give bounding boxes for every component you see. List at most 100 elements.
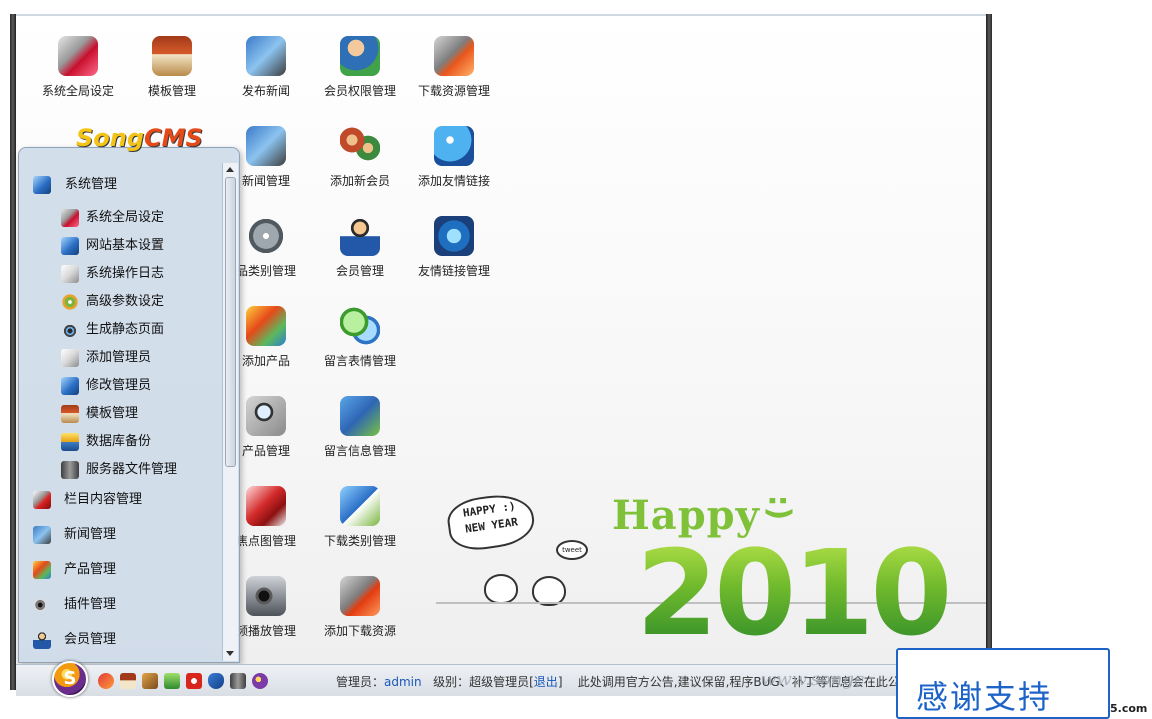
- submenu-global-settings[interactable]: 系统全局设定: [19, 205, 239, 231]
- domain-tail-text: 5.com: [1110, 702, 1148, 715]
- member-permission-icon: [340, 36, 380, 76]
- desktop-icon-download-category[interactable]: 下载类别管理: [315, 480, 405, 562]
- happy-new-year-banner: HAPPY :) NEW YEAR tweet Happy :) 2010: [436, 482, 986, 664]
- smile-text: :): [761, 494, 797, 521]
- add-link-icon: [434, 126, 474, 166]
- focus-image-icon: [246, 486, 286, 526]
- shield-icon[interactable]: [208, 673, 224, 689]
- server-icon: [61, 461, 79, 479]
- product-icon: [33, 561, 51, 579]
- house-icon: [61, 405, 79, 423]
- download-category-icon: [340, 486, 380, 526]
- submenu-label: 数据库备份: [86, 434, 152, 449]
- scrollbar-thumb[interactable]: [225, 177, 236, 467]
- category-label: 会员管理: [64, 632, 117, 647]
- desktop-icon-add-link[interactable]: 添加友情链接: [409, 120, 499, 202]
- add-download-icon: [340, 576, 380, 616]
- category-column-content[interactable]: 栏目内容管理: [19, 487, 239, 513]
- global-settings-icon: [58, 36, 98, 76]
- column-content-icon: [33, 491, 51, 509]
- songcms-logo: SongCMS: [76, 124, 216, 162]
- logout-link[interactable]: 退出: [534, 675, 558, 689]
- submenu-server-files[interactable]: 服务器文件管理: [19, 457, 239, 483]
- desktop-icon-global-settings[interactable]: 系统全局设定: [33, 30, 123, 112]
- start-button-letter: S: [63, 668, 77, 689]
- submenu-db-backup[interactable]: 数据库备份: [19, 429, 239, 455]
- download-resource-icon: [434, 36, 474, 76]
- box-icon[interactable]: [142, 673, 158, 689]
- generate-static-icon: [61, 321, 79, 339]
- desktop-icon-label: 添加新会员: [329, 174, 390, 188]
- category-news[interactable]: 新闻管理: [19, 522, 239, 548]
- songcms-icon[interactable]: [252, 673, 268, 689]
- member-manage-icon: [340, 216, 380, 256]
- desktop-icon-add-download[interactable]: 添加下载资源: [315, 570, 405, 652]
- desktop-icon-label: 添加友情链接: [417, 174, 490, 188]
- thanks-badge: 感谢支持: [896, 648, 1110, 719]
- window-frame-right: [986, 14, 992, 690]
- submenu-label: 修改管理员: [86, 378, 152, 393]
- product-category-icon: [246, 216, 286, 256]
- thanks-text: 感谢支持: [916, 678, 1053, 716]
- trash-icon[interactable]: [164, 673, 180, 689]
- desktop-icon-member-permission[interactable]: 会员权限管理: [315, 30, 405, 112]
- submenu-site-settings[interactable]: 网站基本设置: [19, 233, 239, 259]
- server-icon[interactable]: [230, 673, 246, 689]
- desktop-icon-label: 系统全局设定: [41, 84, 114, 98]
- desktop-icon-template[interactable]: 模板管理: [127, 30, 217, 112]
- submenu-label: 系统全局设定: [86, 210, 165, 225]
- level-label: 级别：: [433, 675, 470, 689]
- edit-admin-icon: [61, 377, 79, 395]
- submenu-advanced-params[interactable]: 高级参数设定: [19, 289, 239, 315]
- news-manage-icon: [246, 126, 286, 166]
- desktop-icon-link-manage[interactable]: 友情链接管理: [409, 210, 499, 292]
- submenu-operation-log[interactable]: 系统操作日志: [19, 261, 239, 287]
- desktop-icon-message-info[interactable]: 留言信息管理: [315, 390, 405, 472]
- site-settings-icon: [61, 237, 79, 255]
- computer-icon: [33, 176, 51, 194]
- desktop-icon-message-emoji[interactable]: 留言表情管理: [315, 300, 405, 382]
- submenu-generate-static[interactable]: 生成静态页面: [19, 317, 239, 343]
- start-menu-scrollbar[interactable]: [222, 163, 238, 661]
- plugin-icon: [33, 596, 51, 614]
- message-info-icon: [340, 396, 380, 436]
- desktop-icon-member-manage[interactable]: 会员管理: [315, 210, 405, 292]
- submenu-label: 系统操作日志: [86, 266, 165, 281]
- home-icon[interactable]: [120, 673, 136, 689]
- tweet-bubble: tweet: [556, 540, 588, 560]
- submenu-label: 服务器文件管理: [86, 462, 178, 477]
- desktop-icon-label: 会员管理: [335, 264, 384, 278]
- category-plugin[interactable]: 插件管理: [19, 592, 239, 618]
- logo-part-2: CMS: [144, 124, 203, 152]
- submenu-label: 高级参数设定: [86, 294, 165, 309]
- refresh-icon[interactable]: [98, 673, 114, 689]
- product-manage-icon: [246, 396, 286, 436]
- category-label: 产品管理: [64, 562, 117, 577]
- video-camera-icon: [246, 576, 286, 616]
- start-menu-header-label: 系统管理: [65, 177, 118, 192]
- desktop-icon-label: 会员权限管理: [323, 84, 396, 98]
- start-menu-header-system[interactable]: 系统管理: [29, 172, 229, 198]
- submenu-edit-admin[interactable]: 修改管理员: [19, 373, 239, 399]
- start-menu: 系统管理 系统全局设定 网站基本设置 系统操作日志 高级参数设定 生成静态页面 …: [18, 147, 240, 663]
- submenu-add-admin[interactable]: 添加管理员: [19, 345, 239, 371]
- power-icon[interactable]: [186, 673, 202, 689]
- desktop-icon-label: 模板管理: [147, 84, 196, 98]
- category-product[interactable]: 产品管理: [19, 557, 239, 583]
- submenu-template[interactable]: 模板管理: [19, 401, 239, 427]
- desktop-icon-label: 友情链接管理: [417, 264, 490, 278]
- global-settings-icon: [61, 209, 79, 227]
- bird-icon: [484, 574, 518, 604]
- add-member-icon: [340, 126, 380, 166]
- scroll-down-icon[interactable]: [226, 651, 234, 656]
- submenu-label: 添加管理员: [86, 350, 152, 365]
- category-member[interactable]: 会员管理: [19, 627, 239, 653]
- scroll-up-icon[interactable]: [226, 167, 234, 172]
- start-button[interactable]: S: [52, 661, 88, 697]
- desktop-icon-download-resource[interactable]: 下载资源管理: [409, 30, 499, 112]
- database-icon: [61, 433, 79, 451]
- desktop-icon-publish-news[interactable]: 发布新闻: [221, 30, 311, 112]
- year-text: 2010: [636, 524, 952, 662]
- desktop-icon-add-member[interactable]: 添加新会员: [315, 120, 405, 202]
- speech-bubble: HAPPY :) NEW YEAR: [444, 490, 538, 554]
